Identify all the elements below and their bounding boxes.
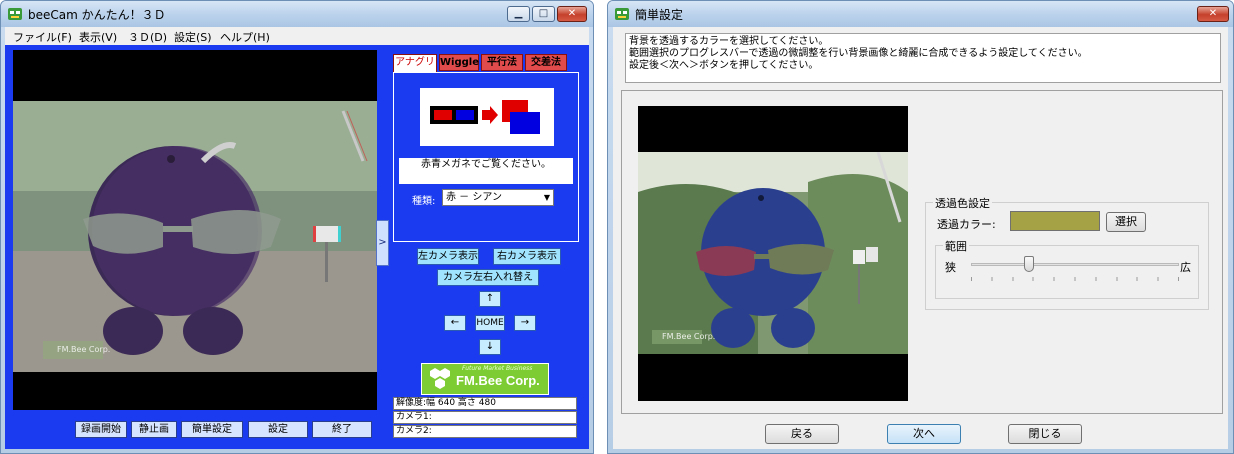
camera2-info: カメラ2: (393, 425, 577, 438)
resolution-info: 解像度:幅 640 高さ 480 (393, 397, 577, 410)
fmbee-logo: Future Market Business FM.Bee Corp. (421, 363, 549, 395)
tab-cross[interactable]: 交差法 (525, 54, 567, 71)
back-button[interactable]: 戻る (765, 424, 839, 444)
main-client-area: FM.Bee Corp. > アナグリフ Wiggle 平行法 交差法 (5, 45, 589, 449)
down-button[interactable]: ↓ (479, 339, 501, 355)
menu-settings[interactable]: 設定(S) (174, 29, 212, 45)
minimize-icon: ▁ (514, 8, 523, 19)
beecam-app-icon (615, 8, 629, 20)
transparency-color-label: 透過カラー: (937, 218, 996, 231)
range-slider-track[interactable] (971, 263, 1179, 266)
next-button[interactable]: 次へ (887, 424, 961, 444)
anaglyph-scene: FM.Bee Corp. (13, 101, 377, 372)
main-titlebar[interactable]: beeCam かんたん！３Ｄ ▁ □ ✕ (1, 1, 593, 27)
type-select[interactable]: 赤 － シアン ▼ (442, 189, 554, 206)
menu-3d[interactable]: ３Ｄ(D) (128, 29, 167, 45)
preview-watermark: FM.Bee Corp. (57, 345, 111, 354)
dialog-title: 簡単設定 (635, 8, 684, 22)
instruction-line: 範囲選択のプログレスバーで透過の微調整を行い背景画像と綺麗に合成できるよう設定し… (629, 48, 1088, 59)
dialog-close-button[interactable]: ✕ (1197, 6, 1229, 22)
left-button[interactable]: ← (444, 315, 466, 331)
menu-help[interactable]: ヘルプ(H) (220, 29, 270, 45)
logo-tagline: Future Market Business (462, 365, 533, 372)
easy-setup-button[interactable]: 簡単設定 (181, 421, 243, 438)
anaglyph-tab-panel: 赤青メガネでご覧ください。 種類: 赤 － シアン ▼ (393, 72, 579, 242)
instructions-box: 背景を透過するカラーを選択してください。 範囲選択のプログレスバーで透過の微調整… (625, 33, 1221, 83)
tab-anaglyph[interactable]: アナグリフ (393, 54, 437, 83)
close-icon: ✕ (1208, 8, 1218, 19)
swap-cameras-button[interactable]: カメラ左右入れ替え (437, 269, 539, 286)
transparency-group-title: 透過色設定 (933, 195, 992, 211)
panel-toggle-button[interactable]: > (376, 220, 389, 266)
instruction-line: 設定後＜次へ＞ボタンを押してください。 (629, 60, 819, 71)
left-camera-button[interactable]: 左カメラ表示 (417, 248, 479, 265)
anaglyph-image (13, 101, 377, 372)
range-max-label: 広 (1180, 261, 1191, 274)
arrow-left-icon: ← (450, 317, 460, 328)
type-label: 種類: (412, 196, 436, 207)
range-slider-thumb[interactable] (1024, 256, 1035, 272)
transparency-color-swatch[interactable] (1010, 211, 1100, 231)
camera1-info: カメラ1: (393, 411, 577, 424)
arrow-right-icon: → (520, 317, 530, 328)
dialog-titlebar[interactable]: 簡単設定 ✕ (608, 1, 1233, 27)
dialog-preview-watermark: FM.Bee Corp. (662, 332, 716, 341)
logo-text: FM.Bee Corp. (456, 373, 540, 388)
close-dialog-button[interactable]: 閉じる (1008, 424, 1082, 444)
tab-wiggle[interactable]: Wiggle (439, 54, 479, 71)
settings-button[interactable]: 設定 (248, 421, 308, 438)
range-min-label: 狭 (945, 261, 956, 274)
close-button[interactable]: ✕ (557, 6, 587, 22)
beecam-main-window: beeCam かんたん！３Ｄ ▁ □ ✕ ファイル(F) 表示(V) ３Ｄ(D)… (0, 0, 594, 454)
anaglyph-hint: 赤青メガネでご覧ください。 (399, 158, 573, 184)
mode-tabs: アナグリフ Wiggle 平行法 交差法 (393, 54, 583, 83)
up-button[interactable]: ↑ (479, 291, 501, 307)
beecam-app-icon (8, 8, 22, 20)
range-slider-ticks (971, 277, 1179, 281)
easy-setup-dialog: 簡単設定 ✕ 背景を透過するカラーを選択してください。 範囲選択のプログレスバー… (607, 0, 1234, 454)
preview-image (638, 152, 908, 354)
arrow-up-icon: ↑ (485, 293, 495, 304)
maximize-button[interactable]: □ (532, 6, 555, 22)
instruction-line: 背景を透過するカラーを選択してください。 (629, 36, 829, 47)
maximize-icon: □ (538, 8, 549, 19)
snapshot-button[interactable]: 静止画 (131, 421, 177, 438)
home-button[interactable]: HOME (475, 315, 505, 331)
preview-scene: FM.Bee Corp. (638, 152, 908, 354)
type-select-value: 赤 － シアン (446, 192, 502, 203)
dialog-preview: FM.Bee Corp. (638, 106, 908, 401)
red-blue-glasses-icon (430, 100, 540, 134)
menu-bar: ファイル(F) 表示(V) ３Ｄ(D) 設定(S) ヘルプ(H) (5, 27, 589, 45)
minimize-button[interactable]: ▁ (507, 6, 530, 22)
main-window-title: beeCam かんたん！３Ｄ (28, 8, 166, 22)
exit-button[interactable]: 終了 (312, 421, 372, 438)
range-group-title: 範囲 (943, 238, 969, 254)
arrow-down-icon: ↓ (485, 341, 495, 352)
tab-parallel[interactable]: 平行法 (481, 54, 523, 71)
close-icon: ✕ (567, 8, 577, 19)
camera-preview: FM.Bee Corp. (13, 50, 377, 410)
right-camera-button[interactable]: 右カメラ表示 (493, 248, 561, 265)
select-color-button[interactable]: 選択 (1106, 212, 1146, 232)
right-button[interactable]: → (514, 315, 536, 331)
menu-file[interactable]: ファイル(F) (13, 29, 72, 45)
dialog-client-area: 背景を透過するカラーを選択してください。 範囲選択のプログレスバーで透過の微調整… (613, 27, 1228, 449)
menu-view[interactable]: 表示(V) (79, 29, 117, 45)
chevron-right-icon: > (378, 237, 387, 248)
range-group (935, 245, 1199, 299)
record-start-button[interactable]: 録画開始 (75, 421, 127, 438)
hexagon-logo-icon (430, 368, 450, 389)
anaglyph-diagram (420, 88, 554, 146)
chevron-down-icon: ▼ (543, 193, 550, 202)
